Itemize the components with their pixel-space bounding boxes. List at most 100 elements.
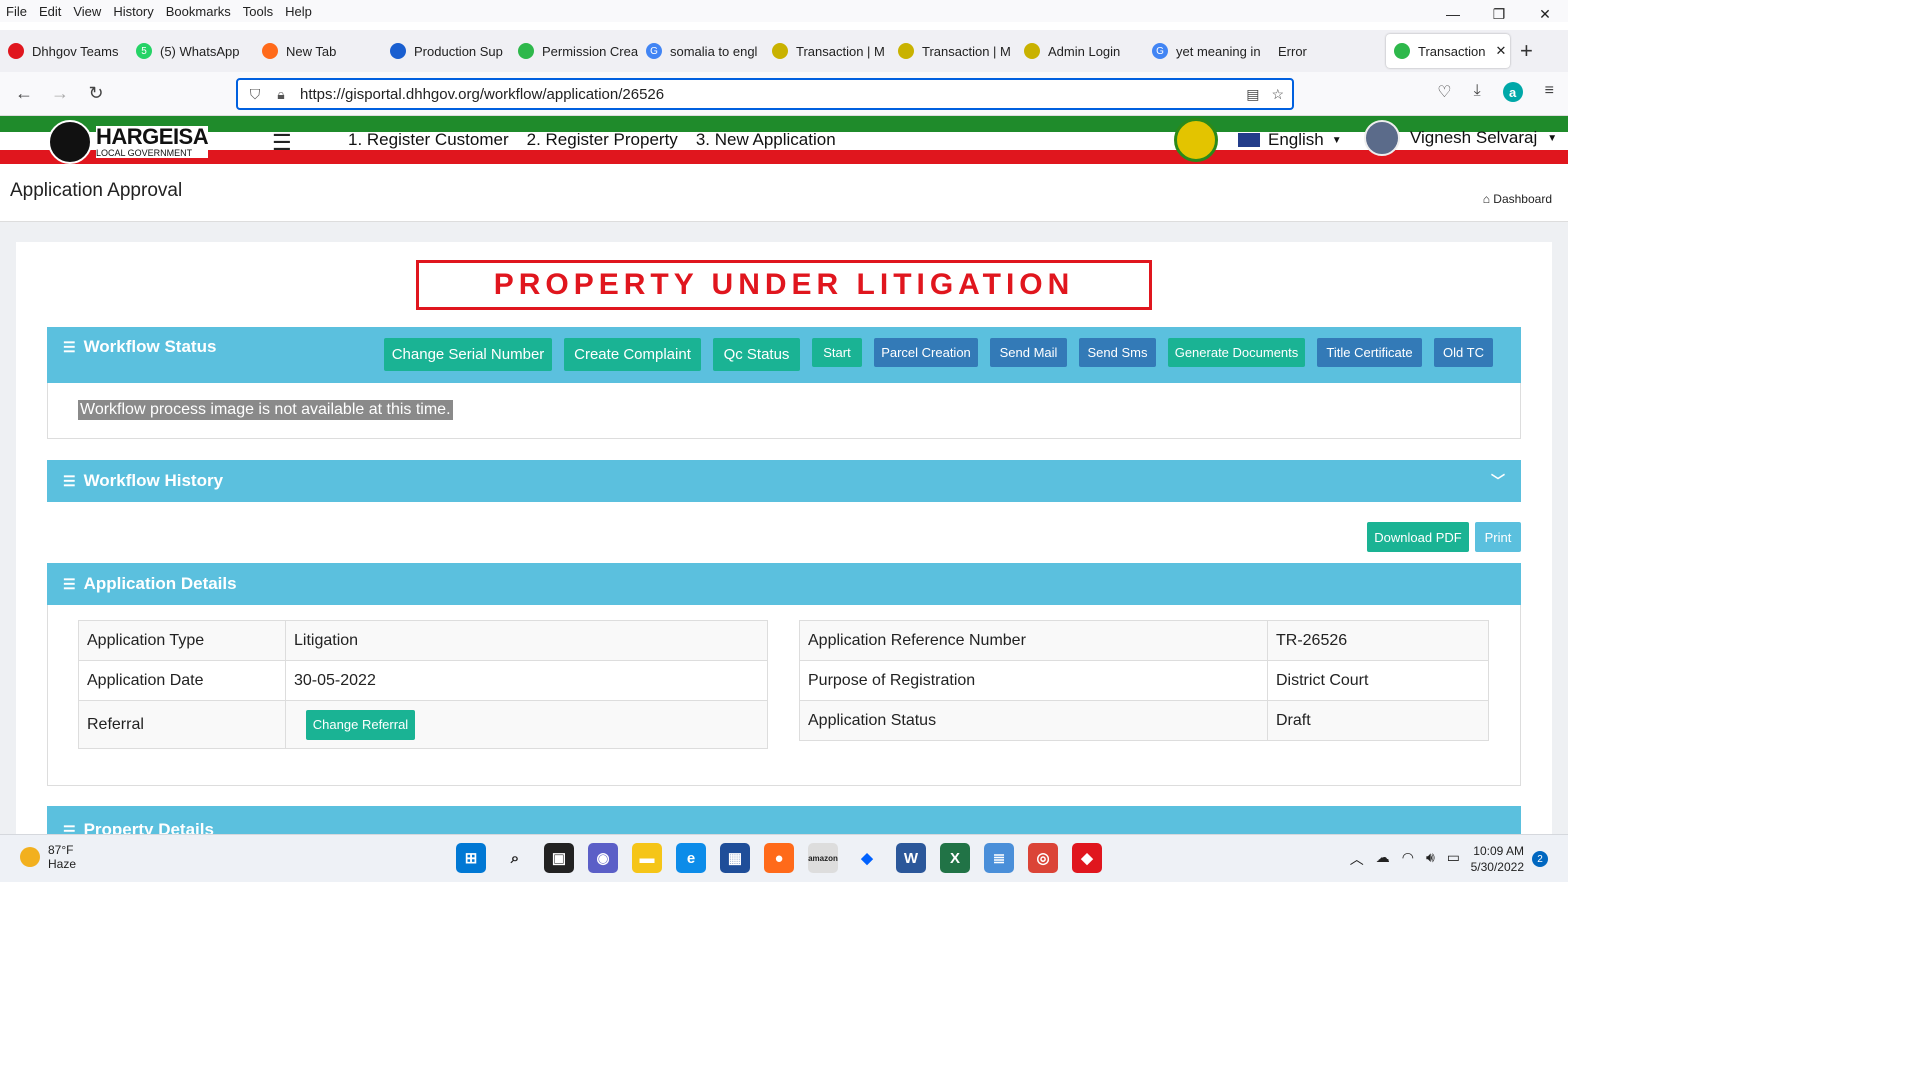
nav-register-property[interactable]: 2. Register Property xyxy=(527,130,678,150)
download-pdf-button[interactable]: Download PDF xyxy=(1367,522,1469,552)
menu-bookmarks[interactable]: Bookmarks xyxy=(160,4,237,19)
parcel-creation-button[interactable]: Parcel Creation xyxy=(874,338,978,367)
logo-title: HARGEISA xyxy=(96,124,209,149)
tab-permission-create[interactable]: Permission Crea xyxy=(510,34,638,68)
purpose-label: Purpose of Registration xyxy=(799,660,1268,701)
tab-transaction-1[interactable]: Transaction | M xyxy=(764,34,890,68)
restore-button[interactable]: ❐ xyxy=(1476,0,1522,28)
shield-icon[interactable]: ⛉ xyxy=(242,86,268,103)
wifi-icon[interactable]: ◠ xyxy=(1402,849,1414,869)
reload-icon[interactable]: ↻ xyxy=(78,83,114,104)
hargeisa-logo[interactable]: HARGEISA LOCAL GOVERNMENT xyxy=(48,120,209,164)
logo-emblem-icon xyxy=(48,120,92,164)
referral-label: Referral xyxy=(78,700,286,749)
change-referral-button[interactable]: Change Referral xyxy=(306,709,415,740)
anydesk-icon[interactable]: ◆ xyxy=(1072,843,1102,873)
amazon-icon[interactable]: amazon xyxy=(808,843,838,873)
account-icon[interactable]: a xyxy=(1502,82,1523,102)
clock[interactable]: 10:09 AM 5/30/2022 xyxy=(1471,843,1524,875)
user-menu[interactable]: Vignesh Selvaraj ▼ xyxy=(1364,120,1557,156)
volume-icon[interactable]: 🔊︎ xyxy=(1426,849,1435,869)
menu-edit[interactable]: Edit xyxy=(33,4,67,19)
start-button[interactable]: Start xyxy=(812,338,862,367)
edge-icon[interactable]: e xyxy=(676,843,706,873)
menu-tools[interactable]: Tools xyxy=(237,4,279,19)
menu-view[interactable]: View xyxy=(67,4,107,19)
firefox-icon xyxy=(262,43,278,59)
store-icon[interactable]: ▦ xyxy=(720,843,750,873)
taskbar-apps: ⊞ ⌕ ▣ ◉ ▬ e ▦ ● amazon ◆ W X ≣ ◎ ◆ xyxy=(456,843,1102,873)
pocket-icon[interactable]: ♡ xyxy=(1437,82,1451,102)
task-view-icon[interactable]: ▣ xyxy=(544,843,574,873)
tab-whatsapp[interactable]: 5 (5) WhatsApp xyxy=(128,34,254,68)
top-navigation: 1. Register Customer 2. Register Propert… xyxy=(348,130,836,150)
application-status-label: Application Status xyxy=(799,700,1268,741)
change-serial-number-button[interactable]: Change Serial Number xyxy=(384,338,552,371)
notification-badge[interactable]: 2 xyxy=(1532,851,1548,867)
table-row: Application Date 30-05-2022 xyxy=(78,660,768,701)
old-tc-button[interactable]: Old TC xyxy=(1434,338,1493,367)
tab-somalia-to-english[interactable]: Gsomalia to engl xyxy=(638,34,764,68)
teams-chat-icon[interactable]: ◉ xyxy=(588,843,618,873)
nav-register-customer[interactable]: 1. Register Customer xyxy=(348,130,509,150)
lock-icon[interactable]: 🔒︎ xyxy=(268,86,294,103)
weather-widget[interactable]: 87°F Haze xyxy=(20,843,76,871)
chrome-icon[interactable]: ◎ xyxy=(1028,843,1058,873)
firefox-icon[interactable]: ● xyxy=(764,843,794,873)
qc-status-button[interactable]: Qc Status xyxy=(713,338,800,371)
minimize-button[interactable]: — xyxy=(1430,0,1476,28)
notepad-icon[interactable]: ≣ xyxy=(984,843,1014,873)
menu-file[interactable]: File xyxy=(0,4,33,19)
sidebar-toggle-icon[interactable]: ☰ xyxy=(272,130,292,156)
dropbox-icon[interactable]: ◆ xyxy=(852,843,882,873)
language-selector[interactable]: English ▼ xyxy=(1238,130,1342,150)
bookmark-star-icon[interactable]: ☆ xyxy=(1271,86,1284,103)
tab-transaction-active[interactable]: Transaction ✕ xyxy=(1386,34,1510,68)
print-button[interactable]: Print xyxy=(1475,522,1521,552)
tab-new-tab[interactable]: New Tab xyxy=(254,34,382,68)
tab-transaction-2[interactable]: Transaction | M xyxy=(890,34,1016,68)
workflow-history-header[interactable]: ☰ Workflow History ﹀ xyxy=(47,460,1521,502)
breadcrumb[interactable]: ⌂ Dashboard xyxy=(1483,192,1552,206)
list-icon: ☰ xyxy=(63,575,76,592)
tab-label: Dhhgov Teams xyxy=(32,43,119,59)
send-mail-button[interactable]: Send Mail xyxy=(990,338,1067,367)
start-icon[interactable]: ⊞ xyxy=(456,843,486,873)
menu-help[interactable]: Help xyxy=(279,4,318,19)
hamburger-menu-icon[interactable]: ≡ xyxy=(1545,82,1554,102)
chevron-down-icon[interactable]: ﹀ xyxy=(1491,471,1505,491)
close-tab-icon[interactable]: ✕ xyxy=(1495,43,1506,59)
close-window-button[interactable]: ✕ xyxy=(1522,0,1568,28)
tab-dhhgov-teams[interactable]: Dhhgov Teams xyxy=(0,34,128,68)
create-complaint-button[interactable]: Create Complaint xyxy=(564,338,701,371)
purpose-value: District Court xyxy=(1267,660,1489,701)
reader-view-icon[interactable]: ▤ xyxy=(1246,86,1259,103)
tab-error[interactable]: Error xyxy=(1270,34,1380,68)
excel-icon[interactable]: X xyxy=(940,843,970,873)
url-text[interactable]: https://gisportal.dhhgov.org/workflow/ap… xyxy=(300,86,664,103)
list-icon: ☰ xyxy=(63,823,76,834)
download-icon[interactable]: ⤓ xyxy=(1474,82,1481,102)
title-certificate-button[interactable]: Title Certificate xyxy=(1317,338,1422,367)
generate-documents-button[interactable]: Generate Documents xyxy=(1168,338,1305,367)
send-sms-button[interactable]: Send Sms xyxy=(1079,338,1156,367)
breadcrumb-dashboard[interactable]: Dashboard xyxy=(1493,192,1552,206)
chevron-up-icon[interactable]: ︿ xyxy=(1350,849,1364,869)
url-bar[interactable]: ⛉ 🔒︎ https://gisportal.dhhgov.org/workfl… xyxy=(236,78,1294,110)
nav-new-application[interactable]: 3. New Application xyxy=(696,130,836,150)
search-icon[interactable]: ⌕ xyxy=(500,843,530,873)
forward-icon[interactable]: → xyxy=(42,83,78,104)
new-tab-button[interactable]: + xyxy=(1520,38,1533,64)
onedrive-icon[interactable]: ☁ xyxy=(1376,849,1390,869)
tab-admin-login[interactable]: Admin Login xyxy=(1016,34,1144,68)
battery-icon[interactable]: ▭ xyxy=(1447,849,1460,869)
menu-history[interactable]: History xyxy=(107,4,159,19)
power-icon xyxy=(390,43,406,59)
back-icon[interactable]: ← xyxy=(6,83,42,104)
tab-production-sup[interactable]: Production Sup xyxy=(382,34,510,68)
property-details-header: ☰ Property Details xyxy=(47,806,1521,834)
word-icon[interactable]: W xyxy=(896,843,926,873)
tab-yet-meaning[interactable]: Gyet meaning in xyxy=(1144,34,1270,68)
clock-date: 5/30/2022 xyxy=(1470,860,1524,874)
file-explorer-icon[interactable]: ▬ xyxy=(632,843,662,873)
